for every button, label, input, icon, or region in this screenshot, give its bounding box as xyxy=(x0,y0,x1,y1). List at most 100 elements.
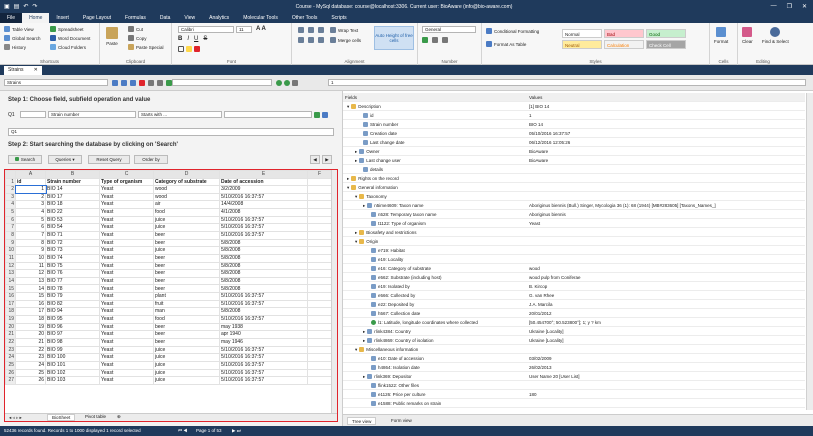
row-header[interactable]: 1 xyxy=(5,177,16,187)
grid-cell[interactable]: 19 xyxy=(15,322,46,332)
grid-cell[interactable]: 7 xyxy=(15,231,46,240)
grid-cell[interactable]: 14 xyxy=(15,284,46,294)
tree-row[interactable]: e1588: Public remarks on strain xyxy=(343,399,805,408)
reset-query-button[interactable]: Reset Query xyxy=(88,155,130,164)
grid-cell[interactable]: BIO 103 xyxy=(45,376,100,385)
tab-analytics[interactable]: Analytics xyxy=(202,13,236,23)
grid-cell[interactable]: BIO 14 xyxy=(45,185,100,194)
row-header[interactable]: 9 xyxy=(5,238,16,248)
grid-cell[interactable]: Yeast xyxy=(99,345,154,355)
tree-view-tab[interactable]: Tree view xyxy=(347,417,377,425)
font-grow-icon[interactable]: A A xyxy=(256,26,266,32)
formula-bar[interactable] xyxy=(172,79,272,86)
grid-cell[interactable]: 1 xyxy=(14,184,47,195)
expand-icon[interactable]: ▸ xyxy=(363,203,365,208)
grid-cell[interactable] xyxy=(307,360,332,370)
value-input[interactable] xyxy=(224,111,312,118)
table-select[interactable]: Strains xyxy=(4,79,108,86)
grid-cell[interactable]: BIO 72 xyxy=(45,238,100,248)
grid-cell[interactable]: 5/10/2016 16:37:57 xyxy=(219,215,308,225)
ok-icon[interactable] xyxy=(276,80,282,86)
grid-cell[interactable]: Yeast xyxy=(99,215,154,225)
tree-row[interactable]: ▸ Biosafety and restrictions xyxy=(343,228,805,237)
grid-cell[interactable]: 5/8/2008 xyxy=(219,307,308,317)
first-page-icon[interactable]: ⏮ ◀ xyxy=(178,426,187,436)
query-builder-icon[interactable] xyxy=(322,112,328,118)
column-letter[interactable]: C xyxy=(99,170,154,179)
sheet-tab-pivot[interactable]: Pivot table xyxy=(81,414,110,421)
grid-header-cell[interactable]: Category of substrate xyxy=(153,177,220,187)
grid-cell[interactable] xyxy=(307,322,332,332)
number-format-select[interactable]: General xyxy=(422,26,476,33)
tree-row[interactable]: e19: Locality xyxy=(343,255,805,264)
grid-cell[interactable]: 5/8/2008 xyxy=(219,276,308,286)
grid-cell[interactable]: juice xyxy=(153,360,220,370)
grid-cell[interactable]: apr 1940 xyxy=(219,330,308,339)
row-header[interactable]: 15 xyxy=(5,284,16,294)
query-text[interactable]: Q1 xyxy=(8,128,334,136)
grid-cell[interactable]: BIO 95 xyxy=(45,315,100,324)
grid-cell[interactable] xyxy=(307,215,332,225)
font-family-select[interactable]: Calibri xyxy=(178,26,234,33)
grid-cell[interactable]: 12 xyxy=(15,269,46,278)
new-record-icon[interactable] xyxy=(121,80,127,86)
grid-cell[interactable]: Yeast xyxy=(99,223,154,232)
grid-cell[interactable]: 11 xyxy=(15,261,46,271)
grid-cell[interactable]: BIO 75 xyxy=(45,261,100,271)
grid-cell[interactable]: 5/10/2016 16:37:57 xyxy=(219,299,308,309)
style-calculation[interactable]: Calculation xyxy=(604,40,644,49)
strike-icon[interactable]: S xyxy=(203,36,207,42)
grid-cell[interactable]: 13 xyxy=(15,276,46,286)
italic-icon[interactable]: I xyxy=(187,36,189,42)
tree-row[interactable]: ▸ rlink4869: Country of isolation Ukraine … xyxy=(343,336,805,345)
grid-cell[interactable]: food xyxy=(153,208,220,217)
grid-cell[interactable]: Yeast xyxy=(99,284,154,294)
table-row[interactable]: 16 15 BIO 79 Yeast plant 5/10/2016 16:37:57 xyxy=(5,292,332,301)
row-header[interactable]: 13 xyxy=(5,269,16,278)
grid-cell[interactable]: BIO 100 xyxy=(45,353,100,362)
grid-cell[interactable]: BIO 97 xyxy=(45,330,100,339)
table-row[interactable]: 4 3 BIO 18 Yeast air 14/4/2008 xyxy=(5,200,332,210)
paste-special-button[interactable]: Paste Special xyxy=(128,44,164,50)
grid-cell[interactable]: 3 xyxy=(15,200,46,210)
grid-header-cell[interactable] xyxy=(307,177,332,187)
table-row[interactable]: 24 23 BIO 100 Yeast juice 5/10/2016 16:37:57 xyxy=(5,353,332,362)
grid-cell[interactable]: Yeast xyxy=(99,269,154,278)
grid-cell[interactable] xyxy=(307,223,332,232)
grid-cell[interactable]: beer xyxy=(153,253,220,263)
style-bad[interactable]: Bad xyxy=(604,29,644,38)
order-by-button[interactable]: Order by xyxy=(134,155,168,164)
corner-cell[interactable] xyxy=(5,170,16,179)
grid-cell[interactable]: Yeast xyxy=(99,208,154,217)
tree-row[interactable]: h567: Collection date 20/01/2012 xyxy=(343,309,805,318)
grid-cell[interactable] xyxy=(307,253,332,263)
undo-icon[interactable]: ↶ xyxy=(23,3,28,10)
grid-cell[interactable]: Yeast xyxy=(99,360,154,370)
align-right-icon[interactable] xyxy=(318,37,324,43)
find-select-button[interactable]: Find & Select xyxy=(762,27,789,44)
open-icon[interactable] xyxy=(112,80,118,86)
collapse-icon[interactable]: ▾ xyxy=(355,194,357,199)
column-letter[interactable]: D xyxy=(153,170,220,179)
expand-icon[interactable]: ▸ xyxy=(363,374,365,379)
table-row[interactable]: 15 14 BIO 78 Yeast beer 5/8/2008 xyxy=(5,284,332,294)
wrap-text-button[interactable]: Wrap Text xyxy=(330,27,358,33)
grid-cell[interactable]: BIO 54 xyxy=(45,223,100,232)
expand-icon[interactable]: ▸ xyxy=(363,329,365,334)
font-size-select[interactable]: 11 xyxy=(236,26,252,33)
align-center-icon[interactable] xyxy=(308,37,314,43)
table-row[interactable]: 5 4 BIO 22 Yeast food 4/1/2008 xyxy=(5,208,332,217)
global-search-button[interactable]: Global Search xyxy=(4,35,41,41)
collapse-icon[interactable]: ▾ xyxy=(347,104,349,109)
grid-cell[interactable]: BIO 77 xyxy=(45,276,100,286)
auto-height-button[interactable]: Auto Height of free cells xyxy=(374,26,414,50)
tree-row[interactable]: ▸ rlink369: Depositor User Name 20 [User L… xyxy=(343,372,805,381)
row-header[interactable]: 21 xyxy=(5,330,16,339)
tree-row[interactable]: ▾ Taxonomy xyxy=(343,192,805,201)
grid-cell[interactable]: BIO 102 xyxy=(45,368,100,378)
tab-home[interactable]: Home xyxy=(22,13,50,23)
row-header[interactable]: 20 xyxy=(5,322,16,332)
grid-cell[interactable] xyxy=(307,238,332,248)
grid-cell[interactable]: 5/8/2008 xyxy=(219,253,308,263)
grid-cell[interactable] xyxy=(307,246,332,255)
